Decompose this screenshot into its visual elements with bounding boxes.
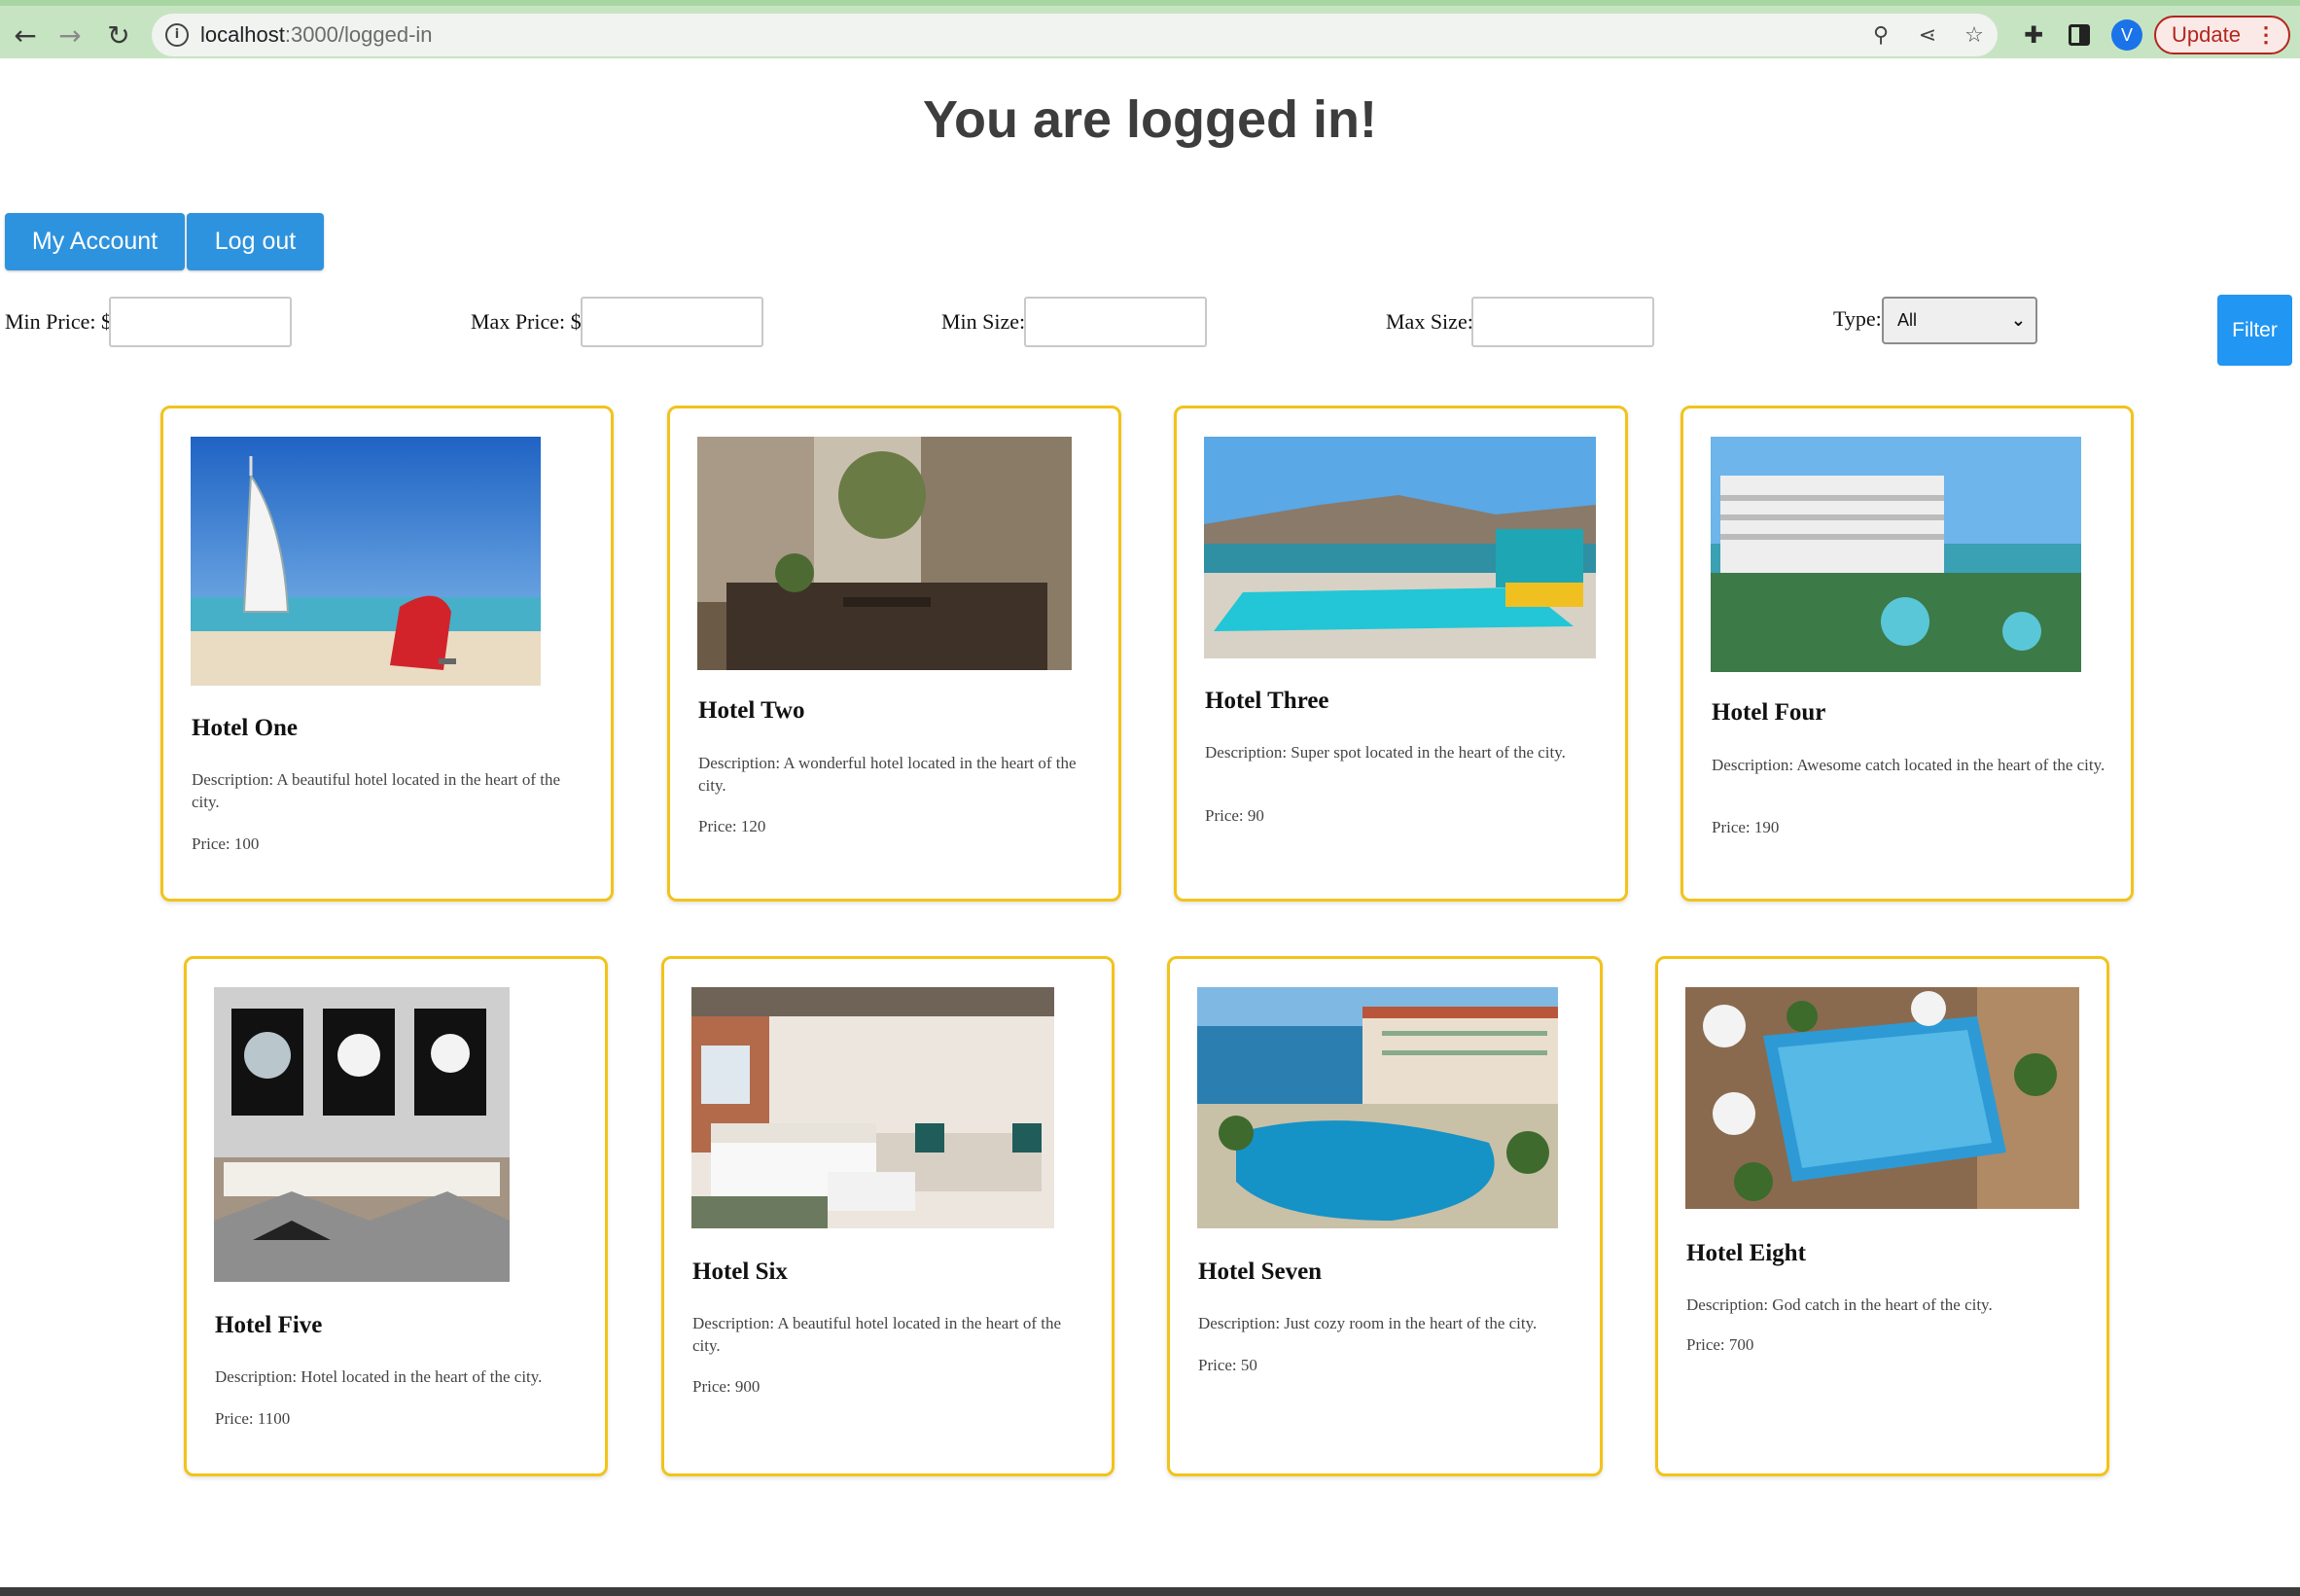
hotel-description: Description: A beautiful hotel located i… xyxy=(692,1314,1062,1355)
hotel-photo xyxy=(1204,437,1596,658)
update-button[interactable]: Update ⋮ xyxy=(2154,16,2290,54)
hotel-description: Description: Hotel located in the heart … xyxy=(215,1367,543,1386)
profile-avatar[interactable]: V xyxy=(2111,19,2142,51)
min-size-input[interactable] xyxy=(1024,297,1207,347)
browser-toolbar: ← → ↻ i localhost:3000/logged-in ⚲ ⋖ ☆ ✚… xyxy=(0,0,2300,58)
min-size-label: Min Size: xyxy=(941,309,1026,334)
hotel-card[interactable]: Hotel Three Description: Super spot loca… xyxy=(1174,406,1628,902)
hotel-card[interactable]: Hotel One Description: A beautiful hotel… xyxy=(160,406,614,902)
hotel-name: Hotel Four xyxy=(1712,699,1826,726)
hotel-photo xyxy=(191,437,541,686)
hotel-card[interactable]: Hotel Seven Description: Just cozy room … xyxy=(1167,956,1603,1476)
hotel-name: Hotel Seven xyxy=(1198,1259,1323,1285)
hotel-name: Hotel Eight xyxy=(1686,1240,1806,1266)
chevron-down-icon: ⌄ xyxy=(2010,310,2026,331)
my-account-button[interactable]: My Account xyxy=(5,213,185,270)
hotel-card[interactable]: Hotel Six Description: A beautiful hotel… xyxy=(661,956,1115,1476)
hotel-name: Hotel One xyxy=(192,715,299,741)
bottom-edge xyxy=(0,1587,2300,1596)
bookmark-star-icon[interactable]: ☆ xyxy=(1958,19,1991,51)
hotel-price: Price: 100 xyxy=(192,834,260,853)
type-select-value: All xyxy=(1897,310,1918,330)
min-price-label: Min Price: $ xyxy=(5,309,112,334)
hotel-photo xyxy=(214,987,510,1282)
hotel-price: Price: 120 xyxy=(698,817,766,835)
hotel-price: Price: 900 xyxy=(692,1377,761,1396)
hotel-card[interactable]: Hotel Five Description: Hotel located in… xyxy=(184,956,608,1476)
max-price-input[interactable] xyxy=(581,297,763,347)
hotel-photo xyxy=(691,987,1054,1228)
hotel-card[interactable]: Hotel Two Description: A wonderful hotel… xyxy=(667,406,1121,902)
address-bar[interactable]: i localhost:3000/logged-in ⚲ ⋖ ☆ xyxy=(152,14,1998,56)
zoom-icon[interactable]: ⚲ xyxy=(1864,19,1897,51)
hotel-name: Hotel Two xyxy=(698,697,805,724)
update-label: Update xyxy=(2172,22,2241,47)
type-label: Type: xyxy=(1833,306,1882,331)
min-price-input[interactable] xyxy=(109,297,292,347)
site-info-icon[interactable]: i xyxy=(165,23,189,47)
hotel-name: Hotel Five xyxy=(215,1312,323,1338)
hotel-description: Description: Just cozy room in the heart… xyxy=(1198,1314,1538,1332)
max-size-input[interactable] xyxy=(1471,297,1654,347)
hotel-photo xyxy=(1685,987,2079,1209)
hotel-card[interactable]: Hotel Four Description: Awesome catch lo… xyxy=(1681,406,2134,902)
hotel-name: Hotel Six xyxy=(692,1259,788,1285)
hotel-photo xyxy=(1197,987,1558,1228)
reload-icon[interactable]: ↻ xyxy=(99,18,138,53)
hotel-price: Price: 700 xyxy=(1686,1335,1754,1354)
hotel-photo xyxy=(697,437,1072,670)
hotel-description: Description: A wonderful hotel located i… xyxy=(698,754,1077,795)
hotel-price: Price: 50 xyxy=(1198,1356,1257,1374)
type-select[interactable]: All ⌄ xyxy=(1882,297,2037,344)
max-size-label: Max Size: xyxy=(1386,309,1473,334)
address-url[interactable]: localhost:3000/logged-in xyxy=(200,22,433,48)
hotel-photo xyxy=(1711,437,2081,672)
url-host: localhost xyxy=(200,22,285,47)
hotel-description: Description: A beautiful hotel located i… xyxy=(192,770,561,811)
forward-arrow-icon[interactable]: → xyxy=(51,18,89,53)
hotel-price: Price: 90 xyxy=(1205,806,1264,825)
back-arrow-icon[interactable]: ← xyxy=(6,18,45,53)
side-panel-icon[interactable] xyxy=(2069,24,2090,46)
hotel-price: Price: 1100 xyxy=(215,1409,291,1428)
logout-button[interactable]: Log out xyxy=(187,213,324,270)
hotel-price: Price: 190 xyxy=(1712,818,1780,836)
share-icon[interactable]: ⋖ xyxy=(1911,19,1944,51)
hotel-description: Description: Awesome catch located in th… xyxy=(1712,756,2105,774)
url-path: :3000/logged-in xyxy=(284,22,433,47)
page-title: You are logged in! xyxy=(922,90,1377,149)
max-price-label: Max Price: $ xyxy=(471,309,582,334)
filter-button[interactable]: Filter xyxy=(2217,295,2292,366)
hotel-description: Description: God catch in the heart of t… xyxy=(1686,1295,1993,1314)
hotel-description: Description: Super spot located in the h… xyxy=(1205,743,1566,762)
menu-dots-icon[interactable]: ⋮ xyxy=(2255,22,2277,48)
extensions-puzzle-icon[interactable]: ✚ xyxy=(2015,18,2052,53)
hotel-card[interactable]: Hotel Eight Description: God catch in th… xyxy=(1655,956,2109,1476)
hotel-name: Hotel Three xyxy=(1205,688,1329,714)
